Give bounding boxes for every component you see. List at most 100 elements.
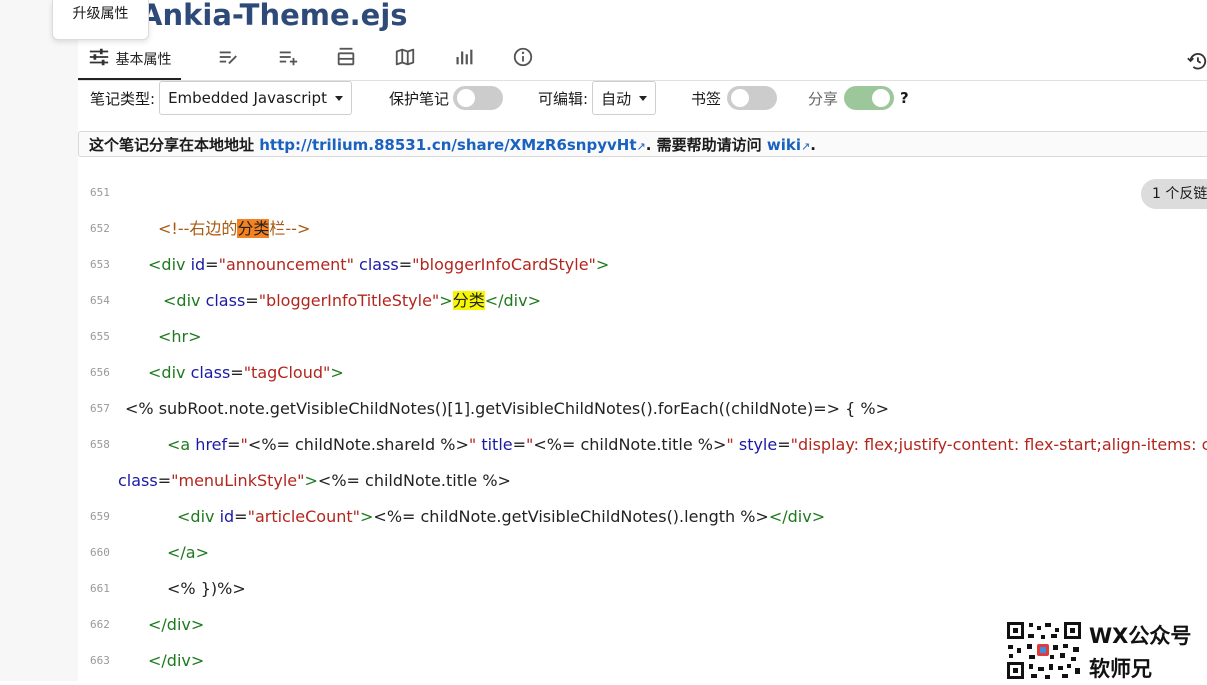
sliders-icon	[88, 46, 110, 72]
share-label: 分享	[808, 89, 839, 108]
note-properties-row: 笔记类型: Embedded Javascript 保护笔记 可编辑: 自动 书…	[78, 80, 1207, 116]
code-token: 栏-->	[269, 219, 311, 238]
share-banner: 这个笔记分享在本地地址 http://trilium.88531.cn/shar…	[78, 131, 1207, 157]
share-banner-suffix: .	[810, 136, 816, 154]
note-title[interactable]: Ankia-Theme.ejs	[140, 0, 408, 32]
note-type-dropdown[interactable]: Embedded Javascript	[159, 81, 352, 115]
share-toggle[interactable]	[844, 86, 895, 110]
line-number: 661	[90, 582, 110, 595]
editable-group: 可编辑: 自动	[538, 80, 657, 116]
code-token: =	[205, 255, 219, 274]
code-token: style	[733, 435, 778, 454]
code-token: "	[726, 435, 734, 454]
collapse-icon	[335, 46, 357, 72]
code-token: =	[245, 291, 259, 310]
tab-map[interactable]	[385, 40, 425, 78]
protect-group: 保护笔记	[389, 80, 504, 116]
code-token: =	[512, 435, 527, 454]
search-highlight: 分类	[452, 291, 485, 310]
code-token: >	[360, 507, 374, 526]
chevron-down-icon	[639, 95, 648, 101]
code-token: </div>	[148, 651, 205, 670]
code-editor[interactable]: 651 652 <!--右边的分类栏--> 653 <div id="annou…	[78, 175, 1207, 681]
editable-value: 自动	[601, 89, 632, 108]
protect-toggle[interactable]	[453, 86, 504, 110]
share-group: 分享 ?	[808, 80, 909, 116]
line-number: 658	[90, 438, 110, 451]
line-number: 657	[90, 402, 110, 415]
code-token: <a	[167, 435, 196, 454]
code-token: <%= childNote.title %>	[533, 435, 727, 454]
history-icon[interactable]	[1186, 50, 1207, 72]
code-token: class	[205, 291, 246, 310]
tab-basic-properties[interactable]: 基本属性	[78, 40, 181, 80]
tab-playlist-add[interactable]	[268, 40, 308, 78]
code-token: =	[234, 507, 248, 526]
map-icon	[394, 46, 416, 72]
tab-bar-chart[interactable]	[444, 40, 484, 78]
tab-edit-list[interactable]	[208, 40, 248, 78]
code-token: </a>	[167, 543, 210, 562]
toggle-knob	[731, 89, 750, 107]
code-token: title	[476, 435, 513, 454]
code-token: >	[304, 471, 318, 490]
share-url-link[interactable]: http://trilium.88531.cn/share/XMzR6snpyv…	[259, 136, 636, 154]
ribbon-tabs: 基本属性	[78, 40, 1207, 81]
bar-chart-icon	[453, 46, 475, 72]
code-token: "bloggerInfoCardStyle"	[412, 255, 596, 274]
line-number: 653	[90, 258, 110, 271]
info-icon	[512, 46, 534, 72]
external-link-icon: ↗	[636, 140, 646, 153]
left-sidebar-strip	[0, 0, 78, 681]
protect-label: 保护笔记	[389, 89, 450, 108]
code-token: </div>	[768, 507, 826, 526]
code-token: class	[190, 363, 231, 382]
watermark-line1: WX公众号	[1089, 624, 1192, 648]
code-token: <div	[148, 255, 191, 274]
note-type-label: 笔记类型:	[90, 89, 156, 108]
wiki-link[interactable]: wiki	[767, 136, 801, 154]
code-token: "display: flex;justify-content: flex-sta…	[790, 435, 1207, 454]
code-token: id	[190, 255, 206, 274]
line-number: 652	[90, 222, 110, 235]
code-token: =	[398, 255, 413, 274]
code-token: =	[230, 363, 244, 382]
code-token: </div>	[484, 291, 541, 310]
search-highlight: 分类	[237, 219, 270, 238]
code-token: class	[353, 255, 399, 274]
line-number: 663	[90, 654, 110, 667]
line-number: 656	[90, 366, 110, 379]
code-token: </div>	[148, 615, 205, 634]
code-token: <%= childNote.title %>	[317, 471, 511, 490]
line-number: 655	[90, 330, 110, 343]
code-token: <%= childNote.getVisibleChildNotes().len…	[373, 507, 769, 526]
code-token: class	[118, 471, 158, 490]
toggle-knob	[872, 89, 891, 107]
toggle-knob	[457, 89, 476, 107]
chevron-down-icon	[334, 95, 343, 101]
code-token: "announcement"	[218, 255, 354, 274]
bookmark-toggle[interactable]	[727, 86, 778, 110]
code-token: <div	[163, 291, 206, 310]
bookmark-label: 书签	[691, 89, 722, 108]
code-token: "articleCount"	[247, 507, 360, 526]
share-banner-middle: . 需要帮助请访问	[645, 136, 762, 154]
tooltip: 升级属性	[52, 0, 149, 40]
bookmark-group: 书签	[691, 80, 778, 116]
editable-dropdown[interactable]: 自动	[592, 81, 657, 115]
code-token: <div	[177, 507, 220, 526]
share-help[interactable]: ?	[900, 89, 909, 107]
share-banner-prefix: 这个笔记分享在本地地址	[89, 136, 255, 154]
code-token: "tagCloud"	[243, 363, 331, 382]
qr-code-icon	[1005, 620, 1083, 681]
code-token: <% })%>	[167, 579, 246, 598]
tab-info[interactable]	[503, 40, 543, 78]
line-number: 660	[90, 546, 110, 559]
code-token: <%= childNote.shareId %>	[247, 435, 469, 454]
tab-collapse[interactable]	[326, 40, 366, 78]
code-token: <% subRoot.note.getVisibleChildNotes()[1…	[125, 399, 890, 418]
code-token: <!--右边的	[158, 219, 238, 238]
code-token: "	[240, 435, 248, 454]
playlist-add-icon	[277, 46, 299, 72]
code-token: <hr>	[158, 327, 202, 346]
